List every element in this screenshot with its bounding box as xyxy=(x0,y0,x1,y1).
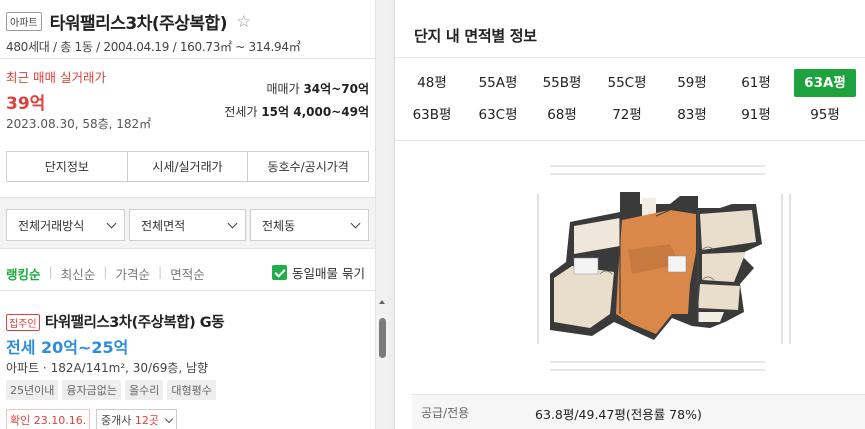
pyeong-63c[interactable]: 63C평 xyxy=(467,101,529,129)
recent-trade-price: 39억 xyxy=(6,94,46,114)
type-badge: 아파트 xyxy=(6,12,42,31)
sort-latest[interactable]: 최신순 xyxy=(61,264,96,283)
scroll-up-arrow-icon[interactable] xyxy=(379,300,385,304)
favorite-star-icon[interactable]: ☆ xyxy=(236,12,251,32)
pyeong-68[interactable]: 68평 xyxy=(531,101,593,129)
listing-panel: 아파트 타워팰리스3차(주상복합) ☆ 480세대 / 총 1동 / 2004.… xyxy=(0,0,388,429)
agent-count: 12곳 xyxy=(134,414,159,427)
pyeong-91[interactable]: 91평 xyxy=(725,101,787,129)
pyeong-59[interactable]: 59평 xyxy=(661,69,723,97)
recent-trade-label: 최근 매매 실거래가 xyxy=(6,70,106,85)
sort-area[interactable]: 면적순 xyxy=(170,264,205,283)
building-label: 전체동 xyxy=(262,218,296,233)
group-same-listings-checkbox[interactable]: 동일매물 묶기 xyxy=(272,263,365,282)
tag: 대형평수 xyxy=(167,380,216,400)
divider xyxy=(0,58,375,59)
chevron-down-icon xyxy=(106,218,117,229)
agent-prefix: 중개사 xyxy=(101,414,135,427)
area-info-label: 공급/전용 xyxy=(421,406,470,420)
agent-count-button[interactable]: 중개사 12곳 xyxy=(96,409,178,429)
jeonse-price-row: 전세가 15억 4,000~49억 xyxy=(224,103,369,120)
tag: 올수리 xyxy=(124,380,164,400)
listing-scrollbar[interactable] xyxy=(375,0,388,429)
sort-separator: | xyxy=(157,264,163,279)
chevron-down-icon xyxy=(165,414,174,424)
sale-price-row: 매매가 34억~70억 xyxy=(267,80,370,97)
listing-tags: 25년이내 융자금없는 올수리 대형평수 xyxy=(6,380,216,400)
divider xyxy=(395,140,865,141)
sort-separator: | xyxy=(103,264,108,279)
listing-card-title[interactable]: 타워팰리스3차(주상복합) G동 xyxy=(45,311,225,332)
floor-plan-image[interactable] xyxy=(520,154,800,382)
pyeong-83[interactable]: 83평 xyxy=(661,101,723,129)
jeonse-price-value: 15억 4,000~49억 xyxy=(261,105,369,119)
recent-trade-date: 2023.08.30, 58층, 182㎡ xyxy=(6,117,152,131)
complex-subinfo: 480세대 / 총 1동 / 2004.04.19 / 160.73㎡ ~ 31… xyxy=(6,40,301,54)
trade-type-label: 전체거래방식 xyxy=(18,218,85,233)
pyeong-63b[interactable]: 63B평 xyxy=(401,101,463,129)
scrollbar-thumb[interactable] xyxy=(379,318,386,358)
tab-complex-info[interactable]: 단지정보 xyxy=(7,152,128,181)
area-info-panel: 단지 내 면적별 정보 48평 55A평 55B평 55C평 59평 61평 6… xyxy=(394,0,865,429)
area-dropdown[interactable]: 전체면적 xyxy=(129,209,246,241)
tag: 융자금없는 xyxy=(62,380,121,400)
listing-card-price: 전세 20억~25억 xyxy=(6,338,129,357)
pyeong-48[interactable]: 48평 xyxy=(401,69,463,97)
group-same-listings-label: 동일매물 묶기 xyxy=(292,266,365,281)
pyeong-72[interactable]: 72평 xyxy=(596,101,658,129)
pyeong-55c[interactable]: 55C평 xyxy=(596,69,658,97)
checkbox-checked-icon xyxy=(272,265,287,280)
tab-unit-price[interactable]: 동호수/공시가격 xyxy=(248,152,368,181)
area-label: 전체면적 xyxy=(141,218,186,233)
area-info-value: 63.8평/49.47평(전용률 78%) xyxy=(535,407,702,422)
sort-separator: | xyxy=(48,264,53,279)
listing-header: 아파트 타워팰리스3차(주상복합) ☆ xyxy=(6,9,368,34)
info-tabs: 단지정보 시세/실거래가 동호수/공시가격 xyxy=(6,151,369,182)
pyeong-61[interactable]: 61평 xyxy=(725,69,787,97)
sale-price-label: 매매가 xyxy=(266,82,300,96)
chevron-down-icon xyxy=(350,218,361,229)
owner-badge: 집주인 xyxy=(6,314,40,331)
listing-card-spec: 아파트 · 182A/141m², 30/69층, 남향 xyxy=(6,361,209,375)
divider xyxy=(395,57,865,58)
pyeong-55b[interactable]: 55B평 xyxy=(531,69,593,97)
building-dropdown[interactable]: 전체동 xyxy=(250,209,369,241)
trade-type-dropdown[interactable]: 전체거래방식 xyxy=(6,209,125,241)
divider xyxy=(0,290,375,291)
sort-price[interactable]: 가격순 xyxy=(115,264,150,283)
tag: 25년이내 xyxy=(6,380,59,400)
jeonse-price-label: 전세가 xyxy=(224,105,258,119)
pyeong-55a[interactable]: 55A평 xyxy=(467,69,529,97)
area-info-title: 단지 내 면적별 정보 xyxy=(414,27,537,45)
sale-price-value: 34억~70억 xyxy=(303,82,369,96)
pyeong-95[interactable]: 95평 xyxy=(794,101,856,129)
complex-title: 타워팰리스3차(주상복합) xyxy=(49,14,228,34)
confirm-date-badge: 확인 23.10.16. xyxy=(6,409,91,429)
pyeong-63a-active[interactable]: 63A평 xyxy=(794,69,856,97)
sort-options: 랭킹순 | 최신순 | 가격순 | 면적순 xyxy=(6,264,213,283)
sort-ranking[interactable]: 랭킹순 xyxy=(6,264,41,283)
tab-market-price[interactable]: 시세/실거래가 xyxy=(128,152,249,181)
chevron-down-icon xyxy=(227,218,238,229)
